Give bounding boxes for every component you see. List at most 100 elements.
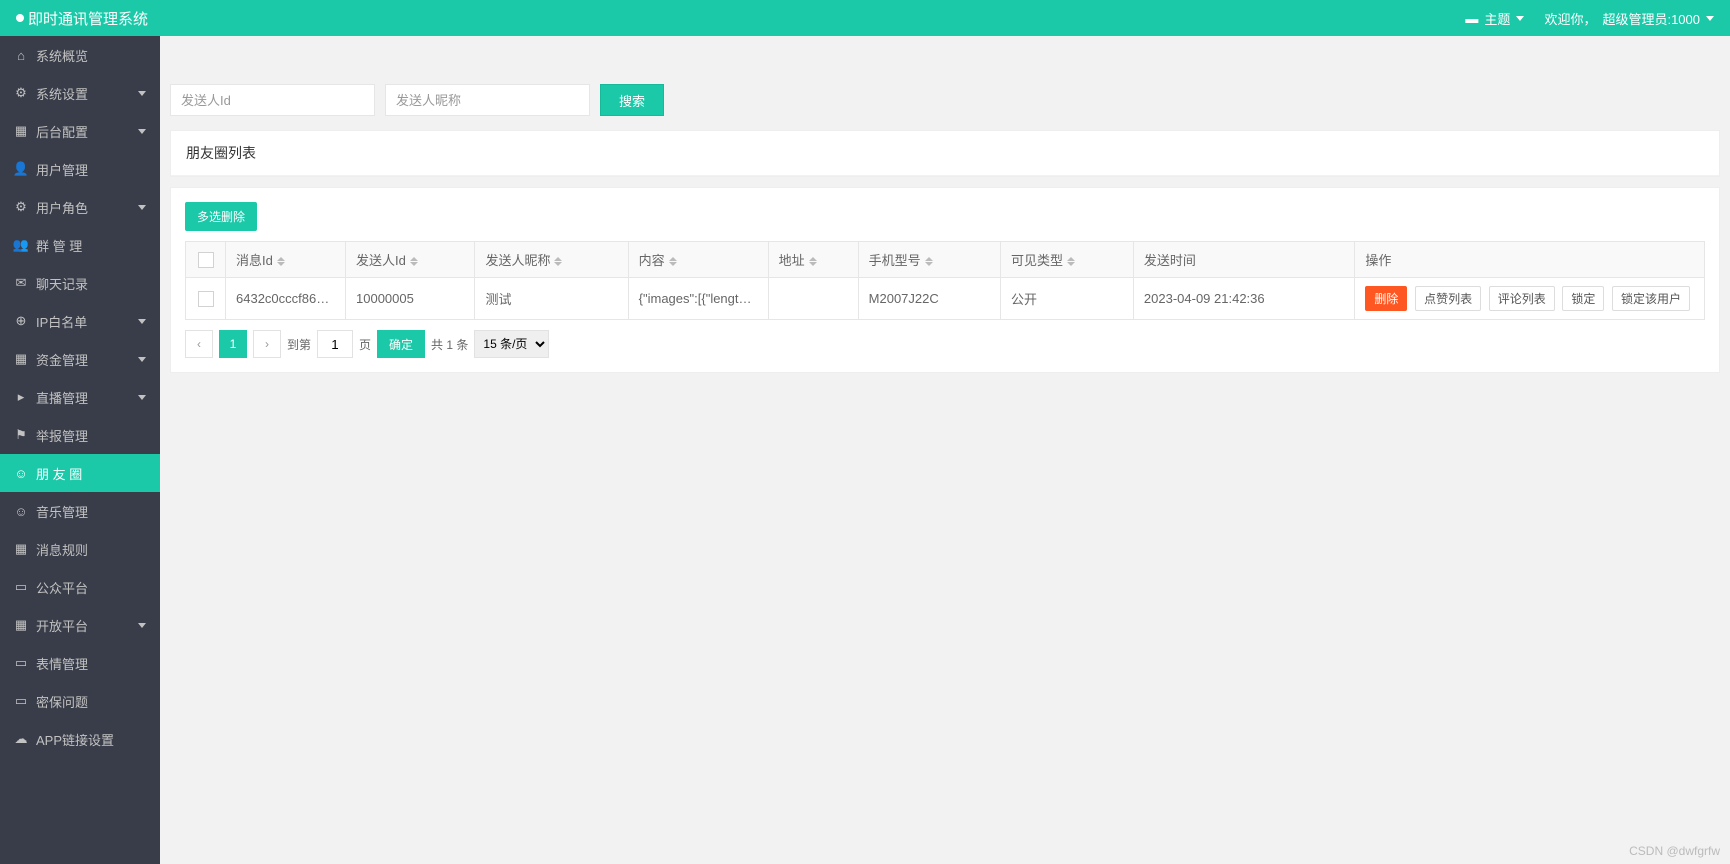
sidebar-item-0[interactable]: ⌂ 系统概览	[0, 36, 160, 74]
sidebar-item-4[interactable]: ⚙ 用户角色	[0, 188, 160, 226]
goto-suffix: 页	[359, 336, 371, 353]
sender-id-input[interactable]	[170, 84, 375, 116]
calendar-icon: ▦	[14, 618, 28, 632]
row-checkbox[interactable]	[198, 291, 214, 307]
sidebar-item-label: 系统概览	[36, 46, 88, 65]
col-addr[interactable]: 地址	[779, 253, 805, 268]
sidebar-item-8[interactable]: ▦ 资金管理	[0, 340, 160, 378]
sidebar-item-label: 用户角色	[36, 198, 88, 217]
lock-button[interactable]: 锁定	[1562, 286, 1604, 311]
sidebar-item-label: 举报管理	[36, 426, 88, 445]
calendar-icon: ▦	[14, 124, 28, 138]
sidebar-item-label: 音乐管理	[36, 502, 88, 521]
delete-button[interactable]: 删除	[1365, 286, 1407, 311]
chevron-down-icon	[138, 357, 146, 362]
chevron-down-icon	[138, 623, 146, 628]
batch-delete-button[interactable]: 多选删除	[185, 202, 257, 231]
search-bar: 搜索	[160, 36, 1730, 126]
sidebar-item-17[interactable]: ▭密保问题	[0, 682, 160, 720]
chevron-down-icon	[1516, 16, 1524, 21]
search-button[interactable]: 搜索	[600, 84, 664, 116]
like-list-button[interactable]: 点赞列表	[1415, 286, 1481, 311]
card: 朋友圈列表	[170, 130, 1720, 177]
sidebar-item-1[interactable]: ⚙ 系统设置	[0, 74, 160, 112]
card-icon: ▭	[14, 580, 28, 594]
sidebar-item-2[interactable]: ▦后台配置	[0, 112, 160, 150]
main-content: 搜索 朋友圈列表 多选删除 消息Id 发送人Id 发送人昵称 内容 地址 手机型…	[160, 36, 1730, 864]
sidebar-item-label: 资金管理	[36, 350, 88, 369]
sidebar-item-5[interactable]: 👥群 管 理	[0, 226, 160, 264]
select-all-checkbox[interactable]	[198, 252, 214, 268]
sidebar-item-14[interactable]: ▭公众平台	[0, 568, 160, 606]
gear-icon: ⚙	[14, 200, 28, 214]
sidebar-item-label: 表情管理	[36, 654, 88, 673]
cell-senderid: 10000005	[346, 278, 475, 320]
sidebar-item-13[interactable]: ▦消息规则	[0, 530, 160, 568]
sidebar-item-16[interactable]: ▭ 表情管理	[0, 644, 160, 682]
chevron-down-icon	[138, 129, 146, 134]
flag-icon: ⚑	[14, 428, 28, 442]
theme-button[interactable]: ▬ 主题	[1465, 9, 1524, 28]
sidebar-item-label: IP白名单	[36, 312, 87, 331]
calendar-icon: ▦	[14, 542, 28, 556]
card-icon: ▭	[14, 694, 28, 708]
table-row: 6432c0cccf861d... 10000005 测试 {"images":…	[186, 278, 1705, 320]
sidebar-item-6[interactable]: ✉聊天记录	[0, 264, 160, 302]
col-senderid[interactable]: 发送人Id	[356, 253, 406, 268]
card-title: 朋友圈列表	[171, 131, 1719, 176]
table-container: 多选删除 消息Id 发送人Id 发送人昵称 内容 地址 手机型号 可见类型 发送…	[170, 187, 1720, 373]
chevron-down-icon	[138, 395, 146, 400]
col-msgid[interactable]: 消息Id	[236, 253, 273, 268]
card-icon: ▭	[14, 656, 28, 670]
lock-user-button[interactable]: 锁定该用户	[1612, 286, 1690, 311]
pagination: ‹ 1 › 到第 页 确定 共 1 条 15 条/页	[185, 330, 1705, 358]
cell-vis: 公开	[1001, 278, 1134, 320]
calendar-icon: ▦	[14, 352, 28, 366]
sidebar-item-9[interactable]: ▸ 直播管理	[0, 378, 160, 416]
goto-page-input[interactable]	[317, 330, 353, 358]
theme-label: 主题	[1484, 9, 1510, 28]
comment-list-button[interactable]: 评论列表	[1489, 286, 1555, 311]
sidebar-item-10[interactable]: ⚑ 举报管理	[0, 416, 160, 454]
app-title: 即时通讯管理系统	[28, 8, 148, 29]
sidebar-item-label: 直播管理	[36, 388, 88, 407]
page-1-button[interactable]: 1	[219, 330, 247, 358]
play-icon: ▸	[14, 390, 28, 404]
prev-page-button[interactable]: ‹	[185, 330, 213, 358]
group-icon: 👥	[14, 238, 28, 252]
sidebar-item-11[interactable]: ☺朋 友 圈	[0, 454, 160, 492]
sidebar-item-label: 聊天记录	[36, 274, 88, 293]
cell-phone: M2007J22C	[858, 278, 1000, 320]
sidebar-item-label: 用户管理	[36, 160, 88, 179]
user-menu[interactable]: 欢迎你， 超级管理员:1000	[1544, 9, 1714, 28]
chevron-down-icon	[138, 205, 146, 210]
welcome-prefix: 欢迎你，	[1544, 9, 1596, 28]
sidebar-item-3[interactable]: 👤用户管理	[0, 150, 160, 188]
sidebar-item-label: 朋 友 圈	[36, 464, 82, 483]
goto-confirm-button[interactable]: 确定	[377, 330, 425, 358]
sidebar-item-label: 系统设置	[36, 84, 88, 103]
data-table: 消息Id 发送人Id 发送人昵称 内容 地址 手机型号 可见类型 发送时间 操作	[185, 241, 1705, 320]
chat-icon: ▬	[1465, 11, 1478, 26]
col-time[interactable]: 发送时间	[1144, 253, 1196, 268]
sidebar-item-7[interactable]: ⊕ IP白名单	[0, 302, 160, 340]
sidebar-item-15[interactable]: ▦开放平台	[0, 606, 160, 644]
sender-nick-input[interactable]	[385, 84, 590, 116]
chevron-down-icon	[138, 91, 146, 96]
cell-addr	[768, 278, 858, 320]
gear-icon: ⚙	[14, 86, 28, 100]
sidebar-item-18[interactable]: ☁ APP链接设置	[0, 720, 160, 758]
per-page-select[interactable]: 15 条/页	[474, 330, 549, 358]
goto-prefix: 到第	[287, 336, 311, 353]
col-vis[interactable]: 可见类型	[1011, 253, 1063, 268]
home-icon: ⌂	[14, 48, 28, 62]
sidebar-item-12[interactable]: ☺音乐管理	[0, 492, 160, 530]
globe-icon: ⊕	[14, 314, 28, 328]
next-page-button[interactable]: ›	[253, 330, 281, 358]
col-phone[interactable]: 手机型号	[869, 253, 921, 268]
chevron-down-icon	[1706, 16, 1714, 21]
col-content[interactable]: 内容	[639, 253, 665, 268]
col-nick[interactable]: 发送人昵称	[485, 253, 550, 268]
cloud-icon: ☁	[14, 732, 28, 746]
sidebar-item-label: APP链接设置	[36, 730, 114, 749]
